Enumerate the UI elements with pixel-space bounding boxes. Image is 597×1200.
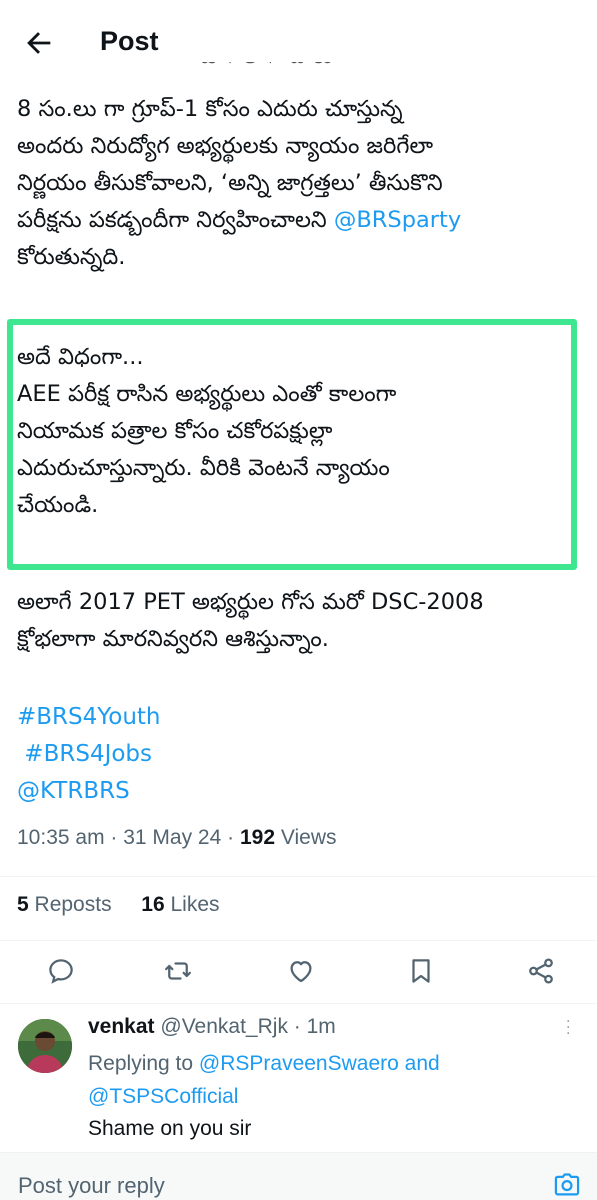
reposts-count[interactable]: 5 bbox=[17, 893, 29, 916]
arrow-left-icon[interactable] bbox=[22, 26, 56, 60]
text-line: అలాగే 2017 PET అభ్యర్థుల గోస మరో DSC-200… bbox=[17, 589, 484, 615]
tweet-paragraph-2: అదే విధంగా... AEE పరీక్ష రాసిన అభ్యర్థుల… bbox=[17, 339, 587, 524]
text-line: అందరు నిరుద్యోగ అభ్యర్థులకు న్యాయం జరిగే… bbox=[17, 133, 434, 159]
reply-author-handle[interactable]: @Venkat_Rjk bbox=[160, 1015, 288, 1038]
bookmark-icon[interactable] bbox=[406, 956, 436, 986]
mention-link[interactable]: @RSPraveenSwaero bbox=[199, 1052, 399, 1075]
clipped-text-line: ఉ ాల ా ద రూ bbox=[0, 62, 597, 80]
text-line: 8 సం.లు గా గ్రూప్-1 కోసం ఎదురు చూస్తున్న bbox=[17, 96, 403, 122]
text-line: క్షోభలాగా మారనివ్వరని ఆశిస్తున్నాం. bbox=[17, 626, 329, 652]
divider bbox=[0, 940, 597, 941]
mention-link[interactable]: @BRSparty bbox=[334, 207, 461, 233]
replying-to: Replying to @RSPraveenSwaero and @TSPSCo… bbox=[88, 1047, 588, 1113]
text-line: ఎదురుచూస్తున్నారు. వీరికి వెంటనే న్యాయం bbox=[17, 455, 390, 481]
separator-dot: · bbox=[110, 826, 124, 849]
text-span: పరీక్షను పకడ్బందీగా నిర్వహించాలని bbox=[17, 207, 334, 233]
text-line: పరీక్షను పకడ్బందీగా నిర్వహించాలని @BRSpa… bbox=[17, 202, 587, 239]
likes-label[interactable]: Likes bbox=[170, 893, 219, 916]
text-line: చేయండి. bbox=[17, 492, 99, 518]
reply-text: Shame on you sir bbox=[88, 1117, 252, 1140]
more-options-icon[interactable]: · · · bbox=[566, 1015, 570, 1041]
reply-author-name[interactable]: venkat bbox=[88, 1015, 155, 1038]
share-icon[interactable] bbox=[526, 956, 556, 986]
views-count: 192 bbox=[239, 826, 276, 849]
text-line: అదే విధంగా... bbox=[17, 344, 144, 370]
post-date[interactable]: 31 May 24 bbox=[123, 826, 221, 849]
avatar-image bbox=[18, 1019, 72, 1073]
reply-composer[interactable]: Post your reply bbox=[0, 1152, 597, 1200]
post-time[interactable]: 10:35 am bbox=[17, 826, 105, 849]
reply-time: 1m bbox=[306, 1015, 336, 1038]
replying-and: and bbox=[398, 1052, 440, 1075]
action-bar bbox=[0, 950, 597, 994]
like-icon[interactable] bbox=[286, 956, 316, 986]
reply-item[interactable]: venkat @Venkat_Rjk · 1m · · · Replying to … bbox=[0, 1003, 597, 1155]
tweet-paragraph-3: అలాగే 2017 PET అభ్యర్థుల గోస మరో DSC-200… bbox=[17, 584, 587, 658]
views-label: Views bbox=[280, 826, 337, 849]
separator-dot: · bbox=[227, 826, 240, 849]
reposts-label[interactable]: Reposts bbox=[35, 893, 112, 916]
separator-dot: · bbox=[293, 1015, 307, 1038]
reply-icon[interactable] bbox=[46, 956, 76, 986]
post-meta: 10:35 am · 31 May 24 · 192 Views bbox=[17, 826, 337, 850]
text-line: AEE పరీక్ష రాసిన అభ్యర్థులు ఎంతో కాలంగా bbox=[17, 381, 397, 407]
repost-icon[interactable] bbox=[163, 956, 193, 986]
engagement-stats: 5 Reposts 16 Likes bbox=[17, 893, 220, 917]
reply-header: venkat @Venkat_Rjk · 1m bbox=[88, 1015, 336, 1039]
reply-input[interactable]: Post your reply bbox=[18, 1173, 165, 1199]
replying-prefix: Replying to bbox=[88, 1052, 199, 1075]
likes-count[interactable]: 16 bbox=[141, 893, 164, 916]
page-title: Post bbox=[100, 26, 159, 56]
mention-link[interactable]: @TSPSCofficial bbox=[88, 1085, 238, 1108]
hashtag-link[interactable]: #BRS4Jobs bbox=[17, 736, 161, 773]
text-line: నిర్ణయం తీసుకోవాలని, ‘అన్ని జాగ్రత్తలు’ … bbox=[17, 170, 443, 196]
avatar[interactable] bbox=[18, 1019, 72, 1073]
hashtag-list: #BRS4Youth #BRS4Jobs @KTRBRS bbox=[17, 699, 161, 810]
tweet-paragraph-1: 8 సం.లు గా గ్రూప్-1 కోసం ఎదురు చూస్తున్న… bbox=[17, 91, 587, 276]
divider bbox=[0, 876, 597, 877]
mention-link[interactable]: @KTRBRS bbox=[17, 773, 161, 810]
camera-icon[interactable] bbox=[552, 1171, 582, 1199]
text-line: నియామక పత్రాల కోసం చకోరపక్షుల్లా bbox=[17, 418, 333, 444]
hashtag-link[interactable]: #BRS4Youth bbox=[17, 699, 161, 736]
text-line: కోరుతున్నది. bbox=[17, 244, 126, 270]
